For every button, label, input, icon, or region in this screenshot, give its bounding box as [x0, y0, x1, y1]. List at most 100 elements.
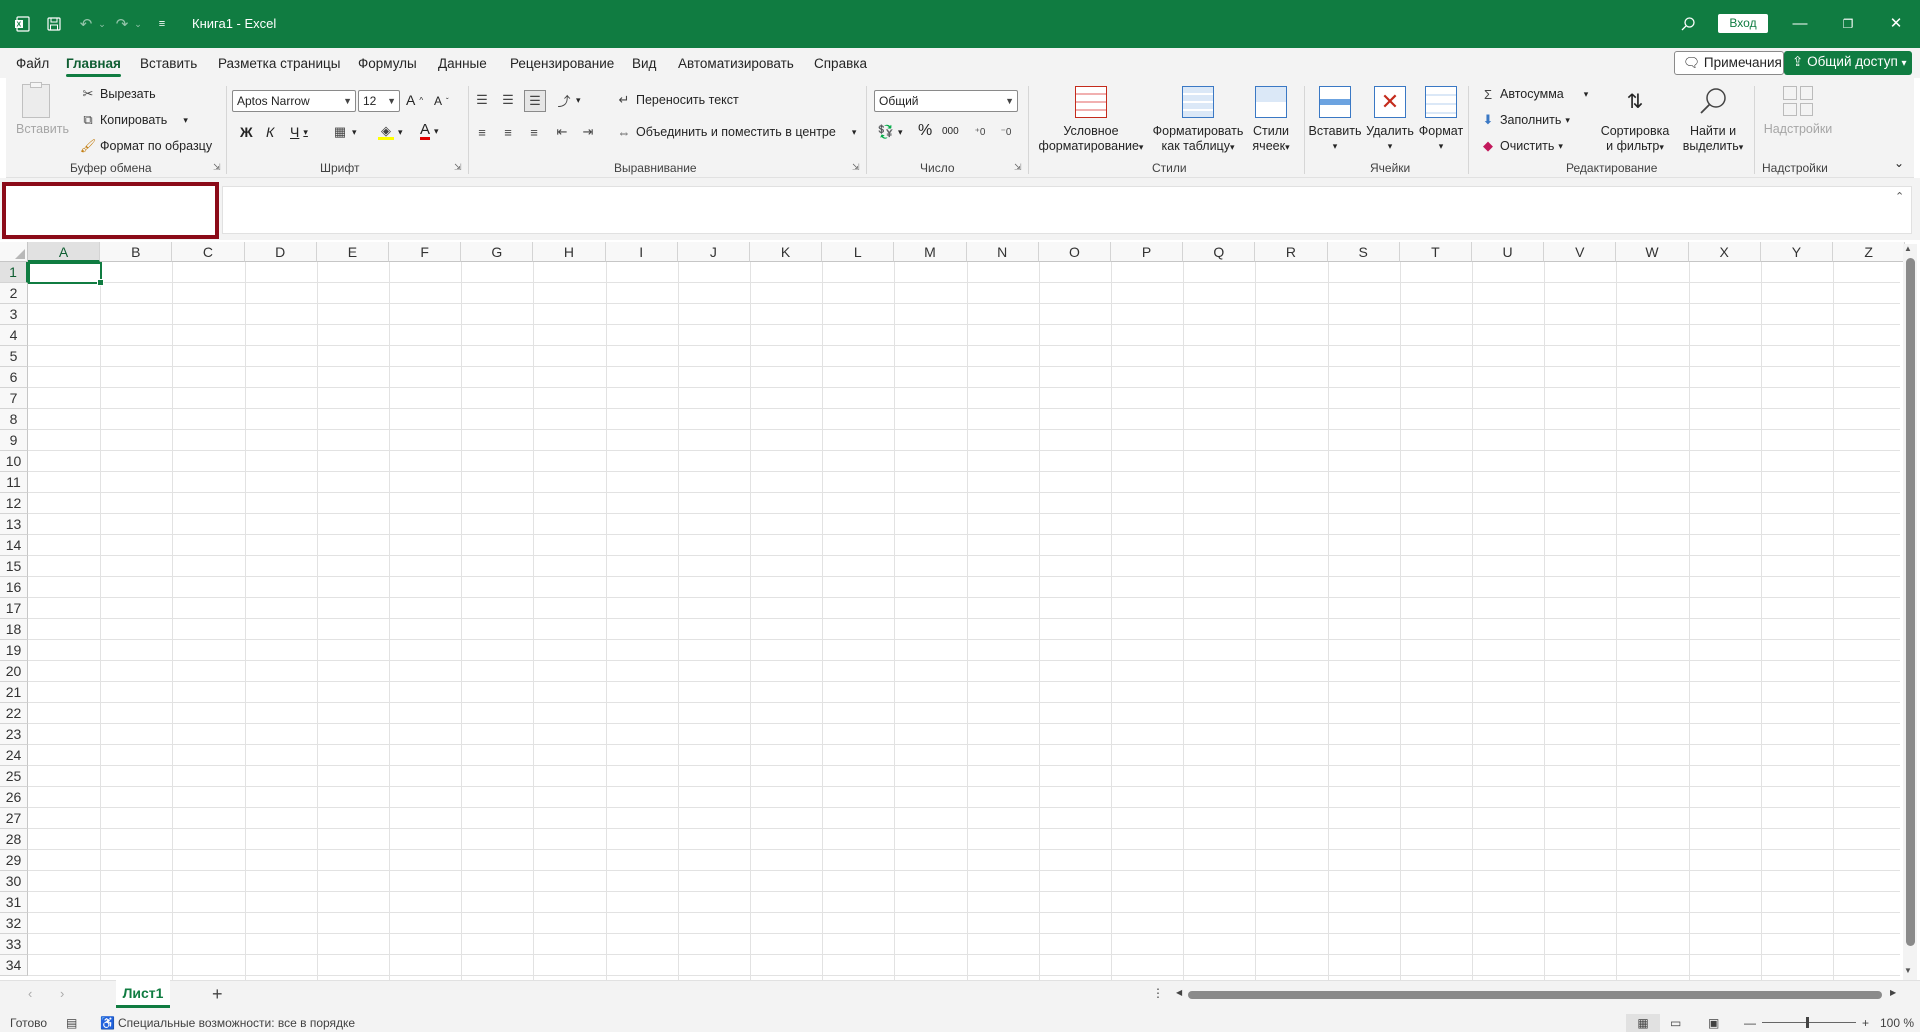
column-header-g[interactable]: G — [461, 242, 534, 262]
share-button[interactable]: ⇪ Общий доступ ▾ — [1784, 51, 1912, 75]
increase-decimal-button[interactable]: ⁺0 — [972, 124, 988, 140]
column-header-t[interactable]: T — [1399, 242, 1472, 262]
select-all-corner[interactable] — [0, 242, 28, 262]
accessibility-status[interactable]: Специальные возможности: все в порядке — [118, 1014, 355, 1032]
row-header-22[interactable]: 22 — [0, 703, 28, 724]
scroll-right-icon[interactable]: ▶ — [1890, 988, 1896, 997]
row-header-2[interactable]: 2 — [0, 283, 28, 304]
column-header-n[interactable]: N — [966, 242, 1039, 262]
tab-help[interactable]: Справка — [814, 56, 867, 71]
undo-dropdown-icon[interactable]: ⌄ — [92, 14, 112, 34]
align-center-button[interactable]: ≡ — [500, 124, 516, 140]
restore-icon[interactable]: ❐ — [1828, 10, 1868, 38]
grow-font-button[interactable]: A ^ — [406, 92, 423, 108]
percent-button[interactable]: % — [918, 122, 932, 140]
fill-button[interactable]: ⬇ Заполнить ▾ — [1480, 112, 1570, 128]
number-format-combo[interactable]: Общий ▼ — [874, 90, 1018, 112]
cell-styles-button[interactable]: Стили ячеек▾ — [1246, 86, 1296, 155]
increase-indent-button[interactable]: ⇥ — [580, 124, 596, 140]
scroll-down-icon[interactable]: ▼ — [1904, 966, 1912, 975]
column-header-p[interactable]: P — [1111, 242, 1184, 262]
name-box[interactable] — [2, 182, 219, 239]
format-as-table-button[interactable]: Форматировать как таблицу▾ — [1150, 86, 1246, 155]
font-color-button[interactable]: A ▾ — [420, 122, 439, 140]
row-header-31[interactable]: 31 — [0, 892, 28, 913]
format-painter-button[interactable]: 🖌 Формат по образцу — [80, 138, 212, 154]
column-header-i[interactable]: I — [605, 242, 678, 262]
align-right-button[interactable]: ≡ — [526, 124, 542, 140]
copy-button[interactable]: ⧉ Копировать ▾ — [80, 112, 188, 128]
tab-formulas[interactable]: Формулы — [358, 56, 417, 71]
row-header-9[interactable]: 9 — [0, 430, 28, 451]
column-header-d[interactable]: D — [244, 242, 317, 262]
row-header-7[interactable]: 7 — [0, 388, 28, 409]
sort-filter-button[interactable]: ⇅ Сортировка и фильтр▾ — [1598, 86, 1672, 155]
align-left-button[interactable]: ≡ — [474, 124, 490, 140]
row-header-13[interactable]: 13 — [0, 514, 28, 535]
bold-button[interactable]: Ж — [240, 124, 253, 140]
addins-button[interactable]: Надстройки — [1758, 86, 1838, 137]
row-header-10[interactable]: 10 — [0, 451, 28, 472]
minimize-icon[interactable]: — — [1780, 10, 1820, 38]
zoom-level[interactable]: 100 % — [1880, 1014, 1914, 1032]
dialog-launcher-icon[interactable]: ⇲ — [1014, 162, 1022, 173]
more-options-icon[interactable]: ⋮ — [1152, 986, 1164, 1000]
clear-button[interactable]: ◆ Очистить ▾ — [1480, 138, 1563, 154]
row-header-23[interactable]: 23 — [0, 724, 28, 745]
align-top-button[interactable]: ☰ — [474, 92, 490, 108]
orientation-button[interactable]: ⤴ ▾ — [556, 92, 580, 109]
tab-automate[interactable]: Автоматизировать — [678, 56, 794, 71]
column-header-w[interactable]: W — [1616, 242, 1689, 262]
column-header-f[interactable]: F — [389, 242, 462, 262]
column-header-c[interactable]: C — [172, 242, 245, 262]
dialog-launcher-icon[interactable]: ⇲ — [454, 162, 462, 173]
column-header-x[interactable]: X — [1688, 242, 1761, 262]
column-header-q[interactable]: Q — [1183, 242, 1256, 262]
macro-record-icon[interactable]: ▤ — [66, 1014, 77, 1032]
column-header-s[interactable]: S — [1327, 242, 1400, 262]
row-header-29[interactable]: 29 — [0, 850, 28, 871]
active-cell[interactable] — [28, 262, 104, 286]
comments-button[interactable]: 🗨 Примечания — [1674, 51, 1784, 75]
zoom-in-icon[interactable]: + — [1862, 1014, 1869, 1032]
font-size-combo[interactable]: 12 ▼ — [358, 90, 400, 112]
row-header-34[interactable]: 34 — [0, 955, 28, 976]
column-header-o[interactable]: O — [1038, 242, 1111, 262]
row-header-4[interactable]: 4 — [0, 325, 28, 346]
borders-button[interactable]: ▦ ▾ — [332, 124, 357, 140]
decrease-indent-button[interactable]: ⇤ — [554, 124, 570, 140]
font-name-combo[interactable]: Aptos Narrow ▼ — [232, 90, 356, 112]
dialog-launcher-icon[interactable]: ⇲ — [852, 162, 860, 173]
row-header-25[interactable]: 25 — [0, 766, 28, 787]
zoom-slider-thumb[interactable] — [1806, 1017, 1809, 1028]
column-header-z[interactable]: Z — [1833, 242, 1906, 262]
cut-button[interactable]: ✂ Вырезать — [80, 86, 156, 102]
horizontal-scroll-thumb[interactable] — [1188, 991, 1882, 999]
prev-sheet-icon[interactable]: ‹ — [28, 986, 32, 1001]
column-header-b[interactable]: B — [100, 242, 173, 262]
add-sheet-icon[interactable]: + — [212, 984, 223, 1005]
customize-toolbar-icon[interactable]: ≡ — [152, 14, 172, 34]
formula-input[interactable] — [222, 186, 1912, 234]
column-header-j[interactable]: J — [677, 242, 750, 262]
row-header-19[interactable]: 19 — [0, 640, 28, 661]
tab-data[interactable]: Данные — [438, 56, 487, 71]
row-header-15[interactable]: 15 — [0, 556, 28, 577]
dialog-launcher-icon[interactable]: ⇲ — [213, 162, 221, 173]
vertical-scroll-thumb[interactable] — [1906, 258, 1915, 946]
decrease-decimal-button[interactable]: ⁻0 — [998, 124, 1014, 140]
row-header-17[interactable]: 17 — [0, 598, 28, 619]
row-header-28[interactable]: 28 — [0, 829, 28, 850]
row-header-30[interactable]: 30 — [0, 871, 28, 892]
align-bottom-button[interactable]: ☰ — [524, 90, 546, 112]
conditional-formatting-button[interactable]: Условное форматирование▾ — [1036, 86, 1146, 155]
align-middle-button[interactable]: ☰ — [500, 92, 516, 108]
column-header-y[interactable]: Y — [1760, 242, 1833, 262]
save-icon[interactable] — [44, 14, 64, 34]
tab-review[interactable]: Рецензирование — [510, 56, 614, 71]
tab-home[interactable]: Главная — [66, 56, 121, 77]
page-break-view-icon[interactable]: ▣ — [1708, 1014, 1719, 1032]
column-header-r[interactable]: R — [1255, 242, 1328, 262]
column-header-l[interactable]: L — [822, 242, 895, 262]
row-header-8[interactable]: 8 — [0, 409, 28, 430]
